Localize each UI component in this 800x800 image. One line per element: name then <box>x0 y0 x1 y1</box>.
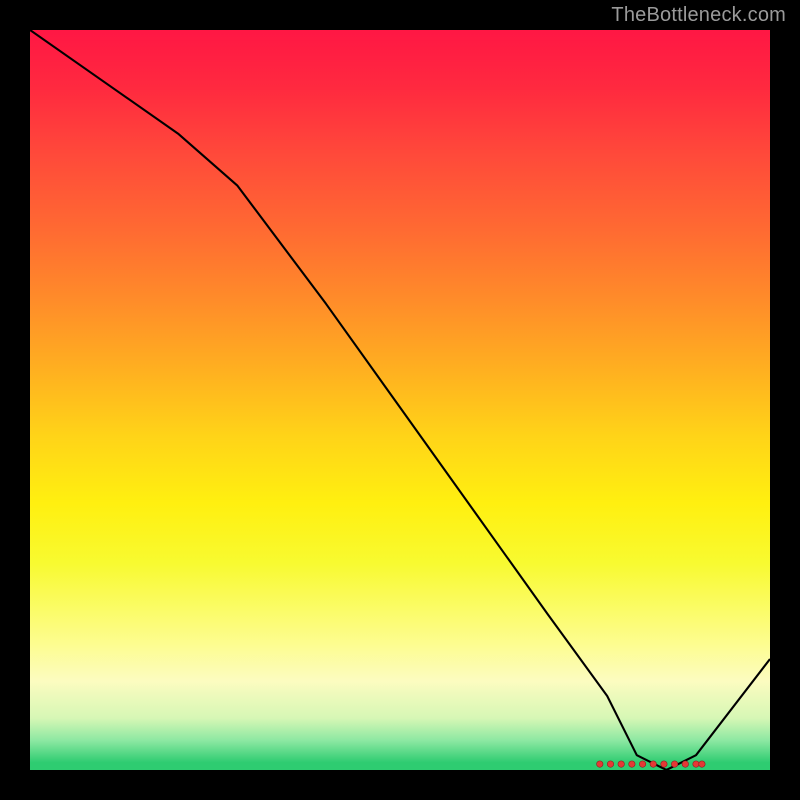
watermark-text: TheBottleneck.com <box>611 4 786 27</box>
marker-dot <box>639 761 645 767</box>
marker-dot <box>650 761 656 767</box>
marker-dot <box>629 761 635 767</box>
marker-dot <box>693 761 699 767</box>
line-trace <box>30 30 770 770</box>
chart-frame: TheBottleneck.com <box>0 0 800 800</box>
marker-cluster <box>597 761 706 767</box>
marker-dot <box>597 761 603 767</box>
plot-area <box>30 30 770 770</box>
marker-dot <box>618 761 624 767</box>
marker-dot <box>699 761 705 767</box>
line-overlay <box>30 30 770 770</box>
marker-dot <box>661 761 667 767</box>
marker-dot <box>671 761 677 767</box>
marker-dot <box>607 761 613 767</box>
marker-dot <box>682 761 688 767</box>
